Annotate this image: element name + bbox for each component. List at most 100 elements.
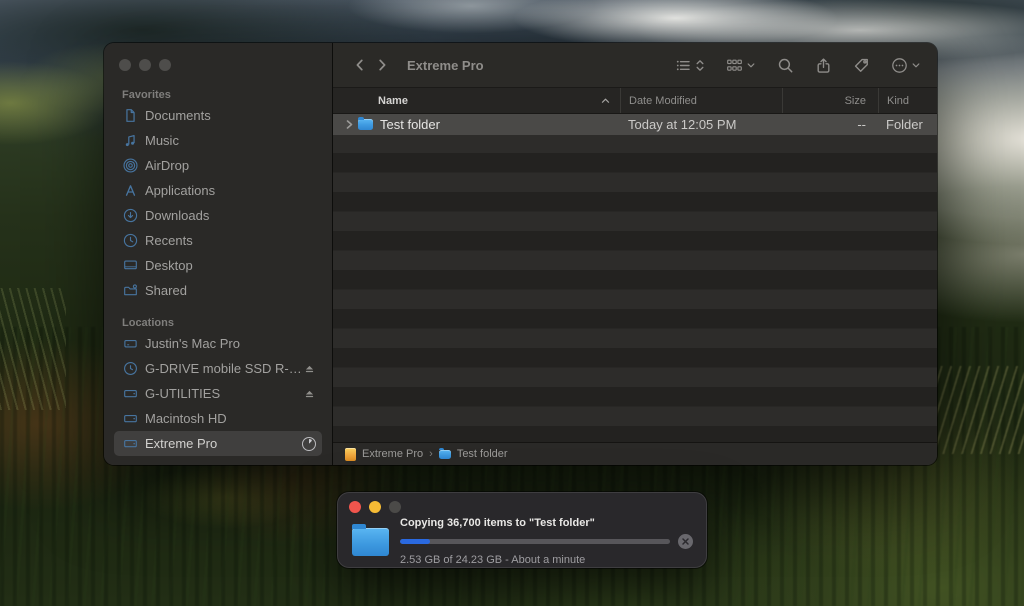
- list-view-icon: [675, 57, 692, 74]
- toolbar: Extreme Pro: [333, 43, 937, 88]
- external-drive-icon: [122, 386, 138, 402]
- airdrop-icon: [122, 158, 138, 174]
- sidebar-item-macintosh-hd[interactable]: Macintosh HD: [114, 406, 322, 431]
- close-button[interactable]: [349, 501, 361, 513]
- sidebar-item-applications[interactable]: Applications: [114, 178, 322, 203]
- sidebar-item-label: Music: [145, 133, 179, 148]
- column-label: Size: [845, 95, 866, 107]
- progress-bar: [400, 539, 670, 544]
- copy-title: Copying 36,700 items to "Test folder": [400, 517, 693, 529]
- stop-copy-button[interactable]: [678, 534, 693, 549]
- sidebar-item-documents[interactable]: Documents: [114, 103, 322, 128]
- disk-activity-progress-icon: [302, 437, 316, 451]
- tag-icon: [853, 57, 870, 74]
- column-label: Kind: [887, 95, 909, 107]
- sidebar-item-shared[interactable]: Shared: [114, 278, 322, 303]
- sidebar-item-g-drive[interactable]: G-DRIVE mobile SSD R-Seri…: [114, 356, 322, 381]
- file-date-modified: Today at 12:05 PM: [628, 117, 736, 132]
- internal-drive-icon: [122, 411, 138, 427]
- sort-ascending-icon: [601, 97, 610, 104]
- search-button[interactable]: [777, 57, 794, 74]
- sidebar-item-label: Downloads: [145, 208, 209, 223]
- eject-icon[interactable]: [303, 362, 316, 375]
- column-header-size[interactable]: Size: [782, 88, 878, 113]
- copy-status: 2.53 GB of 24.23 GB - About a minute: [400, 554, 693, 566]
- sidebar-item-label: AirDrop: [145, 158, 189, 173]
- sidebar-item-extreme-pro[interactable]: Extreme Pro: [114, 431, 322, 456]
- column-label: Date Modified: [629, 95, 697, 107]
- column-header-date-modified[interactable]: Date Modified: [620, 88, 782, 113]
- window-controls: [119, 59, 171, 71]
- sidebar-item-label: Justin's Mac Pro: [145, 336, 240, 351]
- orange-drive-icon: [345, 448, 356, 461]
- file-row-test-folder[interactable]: Test folder Today at 12:05 PM -- Folder: [333, 114, 937, 135]
- stop-x-icon: [681, 537, 690, 546]
- sidebar-item-music[interactable]: Music: [114, 128, 322, 153]
- more-options-control[interactable]: [891, 57, 921, 74]
- sidebar-item-label: Shared: [145, 283, 187, 298]
- column-header-name[interactable]: Name: [333, 88, 620, 113]
- zoom-button-disabled: [389, 501, 401, 513]
- minimize-button[interactable]: [139, 59, 151, 71]
- time-machine-disk-icon: [122, 361, 138, 377]
- sidebar-item-g-utilities[interactable]: G-UTILITIES: [114, 381, 322, 406]
- sidebar: Favorites Documents Music AirDrop Applic…: [104, 43, 333, 465]
- sidebar-item-recents[interactable]: Recents: [114, 228, 322, 253]
- progress-bar-fill: [400, 539, 430, 544]
- share-button[interactable]: [815, 57, 832, 74]
- sidebar-item-airdrop[interactable]: AirDrop: [114, 153, 322, 178]
- sidebar-item-label: Extreme Pro: [145, 436, 217, 451]
- zoom-button[interactable]: [159, 59, 171, 71]
- path-segment-extreme-pro[interactable]: Extreme Pro: [345, 448, 423, 461]
- minimize-button[interactable]: [369, 501, 381, 513]
- search-icon: [777, 57, 794, 74]
- desktop-icon: [122, 258, 138, 274]
- path-segment-label: Extreme Pro: [362, 448, 423, 460]
- sidebar-item-justins-mac-pro[interactable]: Justin's Mac Pro: [114, 331, 322, 356]
- disclosure-chevron-icon[interactable]: [345, 120, 354, 129]
- eject-icon[interactable]: [303, 387, 316, 400]
- column-header-kind[interactable]: Kind: [878, 88, 937, 113]
- sidebar-item-downloads[interactable]: Downloads: [114, 203, 322, 228]
- applications-icon: [122, 183, 138, 199]
- sidebar-item-label: Desktop: [145, 258, 193, 273]
- share-icon: [815, 57, 832, 74]
- sidebar-section-favorites: Favorites: [114, 89, 322, 103]
- dialog-window-controls: [337, 492, 707, 513]
- sidebar-item-label: G-UTILITIES: [145, 386, 220, 401]
- file-list: Test folder Today at 12:05 PM -- Folder: [333, 114, 937, 442]
- sidebar-item-label: Recents: [145, 233, 193, 248]
- music-note-icon: [122, 133, 138, 149]
- sidebar-item-label: Applications: [145, 183, 215, 198]
- folder-icon: [358, 119, 373, 130]
- column-label: Name: [378, 95, 408, 107]
- path-bar: Extreme Pro › Test folder: [333, 442, 937, 465]
- file-size: --: [857, 117, 866, 132]
- group-by-control[interactable]: [726, 57, 756, 74]
- file-name: Test folder: [380, 117, 440, 132]
- group-grid-icon: [726, 57, 743, 74]
- view-sort-chevrons-icon: [695, 58, 705, 73]
- tag-button[interactable]: [853, 57, 870, 74]
- back-button[interactable]: [349, 53, 371, 77]
- folder-icon: [439, 450, 451, 459]
- finder-content: Extreme Pro: [333, 43, 937, 465]
- window-title: Extreme Pro: [407, 58, 484, 73]
- shared-folder-icon: [122, 283, 138, 299]
- wallpaper-vineyard-right: [922, 366, 1024, 454]
- close-button[interactable]: [119, 59, 131, 71]
- download-circle-icon: [122, 208, 138, 224]
- external-drive-icon: [122, 436, 138, 452]
- folder-icon: [352, 528, 389, 556]
- sidebar-item-label: Macintosh HD: [145, 411, 227, 426]
- path-segment-test-folder[interactable]: Test folder: [439, 448, 508, 460]
- more-ellipsis-icon: [891, 57, 908, 74]
- copy-progress-dialog: Copying 36,700 items to "Test folder" 2.…: [337, 492, 707, 568]
- forward-button[interactable]: [371, 53, 393, 77]
- sidebar-section-locations: Locations: [114, 317, 322, 331]
- sidebar-item-label: G-DRIVE mobile SSD R-Seri…: [145, 361, 303, 376]
- computer-icon: [122, 336, 138, 352]
- file-kind: Folder: [886, 117, 923, 132]
- view-options-control[interactable]: [675, 57, 705, 74]
- sidebar-item-desktop[interactable]: Desktop: [114, 253, 322, 278]
